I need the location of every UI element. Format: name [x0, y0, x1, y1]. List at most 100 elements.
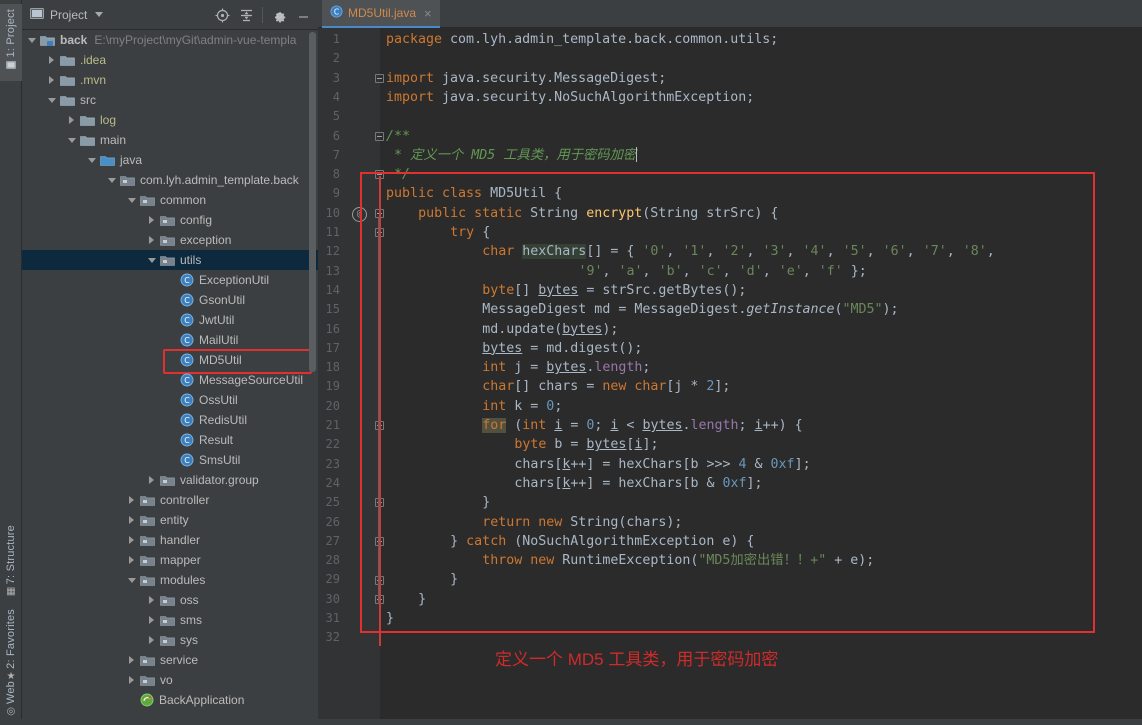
- code-line[interactable]: import java.security.NoSuchAlgorithmExce…: [386, 88, 754, 107]
- code-line[interactable]: }: [450, 570, 458, 589]
- tool-window-tab-web[interactable]: Web◎: [0, 676, 22, 725]
- code-line[interactable]: }: [386, 609, 394, 628]
- chevron-down-icon[interactable]: [68, 136, 77, 145]
- code-line[interactable]: '9', 'a', 'b', 'c', 'd', 'e', 'f' };: [578, 262, 866, 281]
- chevron-down-icon[interactable]: [28, 36, 37, 45]
- tree-item-result[interactable]: CResult: [22, 430, 318, 450]
- tree-item-gsonutil[interactable]: CGsonUtil: [22, 290, 318, 310]
- tree-item-validator-group[interactable]: validator.group: [22, 470, 318, 490]
- code-line[interactable]: * 定义一个 MD5 工具类，用于密码加密: [386, 146, 637, 165]
- tree-item-config[interactable]: config: [22, 210, 318, 230]
- chevron-right-icon[interactable]: [148, 636, 157, 645]
- tree-item-md5util[interactable]: CMD5Util: [22, 350, 318, 370]
- tree-item-smsutil[interactable]: CSmsUtil: [22, 450, 318, 470]
- code-line[interactable]: try {: [450, 223, 490, 242]
- code-line[interactable]: }: [482, 493, 490, 512]
- code-line[interactable]: byte b = bytes[i];: [514, 435, 658, 454]
- code-line[interactable]: throw new RuntimeException("MD5加密出错！！+" …: [482, 551, 874, 570]
- code-editor[interactable]: 1234567891011121314151617181920212223242…: [318, 28, 1142, 719]
- tree-item-utils[interactable]: utils: [22, 250, 318, 270]
- chevron-right-icon[interactable]: [128, 496, 137, 505]
- chevron-down-icon[interactable]: [48, 96, 57, 105]
- tree-item-controller[interactable]: controller: [22, 490, 318, 510]
- code-line[interactable]: public static String encrypt(String strS…: [418, 204, 778, 223]
- tool-window-tab-structure[interactable]: 7: Structure▦: [0, 520, 22, 605]
- chevron-down-icon[interactable]: [128, 576, 137, 585]
- chevron-right-icon[interactable]: [48, 76, 57, 85]
- tree-item-sys[interactable]: sys: [22, 630, 318, 650]
- chevron-right-icon[interactable]: [148, 616, 157, 625]
- chevron-down-icon[interactable]: [108, 176, 117, 185]
- chevron-down-icon[interactable]: [128, 196, 137, 205]
- tree-item-redisutil[interactable]: CRedisUtil: [22, 410, 318, 430]
- chevron-right-icon[interactable]: [128, 676, 137, 685]
- chevron-right-icon[interactable]: [128, 656, 137, 665]
- tree-item-exception[interactable]: exception: [22, 230, 318, 250]
- locate-icon[interactable]: [211, 4, 233, 26]
- tree-item-vo[interactable]: vo: [22, 670, 318, 690]
- tree-item-handler[interactable]: handler: [22, 530, 318, 550]
- tree-item-mailutil[interactable]: CMailUtil: [22, 330, 318, 350]
- tree-item-mapper[interactable]: mapper: [22, 550, 318, 570]
- code-line[interactable]: bytes = md.digest();: [482, 339, 642, 358]
- code-line[interactable]: */: [386, 165, 410, 184]
- code-line[interactable]: for (int i = 0; i < bytes.length; i++) {: [482, 416, 802, 435]
- chevron-down-icon[interactable]: [148, 256, 157, 265]
- project-tree[interactable]: backE:\myProject\myGit\admin-vue-templa.…: [22, 30, 318, 719]
- chevron-right-icon[interactable]: [48, 56, 57, 65]
- code-line[interactable]: byte[] bytes = strSrc.getBytes();: [482, 281, 746, 300]
- collapse-all-icon[interactable]: [235, 4, 257, 26]
- chevron-right-icon[interactable]: [68, 116, 77, 125]
- chevron-right-icon[interactable]: [148, 236, 157, 245]
- tree-item-src[interactable]: src: [22, 90, 318, 110]
- tree-item-main[interactable]: main: [22, 130, 318, 150]
- code-line[interactable]: chars[k++] = hexChars[b & 0xf];: [514, 474, 762, 493]
- code-line[interactable]: /**: [386, 127, 410, 146]
- code-line[interactable]: char[] chars = new char[j * 2];: [482, 377, 730, 396]
- tree-item-sms[interactable]: sms: [22, 610, 318, 630]
- code-line[interactable]: char hexChars[] = { '0', '1', '2', '3', …: [482, 242, 995, 261]
- editor-tab-md5util[interactable]: C MD5Util.java ×: [322, 0, 440, 28]
- chevron-right-icon[interactable]: [148, 476, 157, 485]
- code-line[interactable]: } catch (NoSuchAlgorithmException e) {: [450, 532, 754, 551]
- tree-item-jwtutil[interactable]: CJwtUtil: [22, 310, 318, 330]
- editor-gutter[interactable]: 1234567891011121314151617181920212223242…: [318, 28, 380, 719]
- tool-window-tab-project[interactable]: 1: Project: [0, 4, 22, 81]
- chevron-down-icon[interactable]: [88, 156, 97, 165]
- tree-item-common[interactable]: common: [22, 190, 318, 210]
- tree-item-idea[interactable]: .idea: [22, 50, 318, 70]
- tree-item-back[interactable]: backE:\myProject\myGit\admin-vue-templa: [22, 30, 318, 50]
- settings-gear-icon[interactable]: [268, 4, 290, 26]
- project-tree-scrollbar[interactable]: [309, 32, 316, 372]
- code-content[interactable]: package com.lyh.admin_template.back.comm…: [380, 28, 1142, 719]
- tree-item-messagesourceutil[interactable]: CMessageSourceUtil: [22, 370, 318, 390]
- chevron-right-icon[interactable]: [128, 516, 137, 525]
- tree-item-exceptionutil[interactable]: CExceptionUtil: [22, 270, 318, 290]
- tree-item-service[interactable]: service: [22, 650, 318, 670]
- code-line[interactable]: md.update(bytes);: [482, 320, 618, 339]
- tree-item-log[interactable]: log: [22, 110, 318, 130]
- hide-panel-icon[interactable]: [292, 4, 314, 26]
- project-view-selector[interactable]: Project: [22, 7, 103, 23]
- code-line[interactable]: }: [418, 590, 426, 609]
- tree-item-entity[interactable]: entity: [22, 510, 318, 530]
- code-line[interactable]: int j = bytes.length;: [482, 358, 650, 377]
- code-line[interactable]: import java.security.MessageDigest;: [386, 69, 666, 88]
- code-line[interactable]: public class MD5Util {: [386, 184, 562, 203]
- chevron-right-icon[interactable]: [148, 216, 157, 225]
- tree-item-modules[interactable]: modules: [22, 570, 318, 590]
- code-line[interactable]: return new String(chars);: [482, 513, 682, 532]
- chevron-right-icon[interactable]: [128, 556, 137, 565]
- code-line[interactable]: package com.lyh.admin_template.back.comm…: [386, 30, 778, 49]
- close-icon[interactable]: ×: [424, 7, 432, 20]
- chevron-right-icon[interactable]: [128, 536, 137, 545]
- tree-item-mvn[interactable]: .mvn: [22, 70, 318, 90]
- chevron-right-icon[interactable]: [148, 596, 157, 605]
- tree-item-backapplication[interactable]: BackApplication: [22, 690, 318, 710]
- tree-item-oss[interactable]: oss: [22, 590, 318, 610]
- code-line[interactable]: chars[k++] = hexChars[b >>> 4 & 0xf];: [514, 455, 810, 474]
- tree-item-java[interactable]: java: [22, 150, 318, 170]
- code-line[interactable]: MessageDigest md = MessageDigest.getInst…: [482, 300, 898, 319]
- code-line[interactable]: int k = 0;: [482, 397, 562, 416]
- tree-item-com-lyh-admin-template-back[interactable]: com.lyh.admin_template.back: [22, 170, 318, 190]
